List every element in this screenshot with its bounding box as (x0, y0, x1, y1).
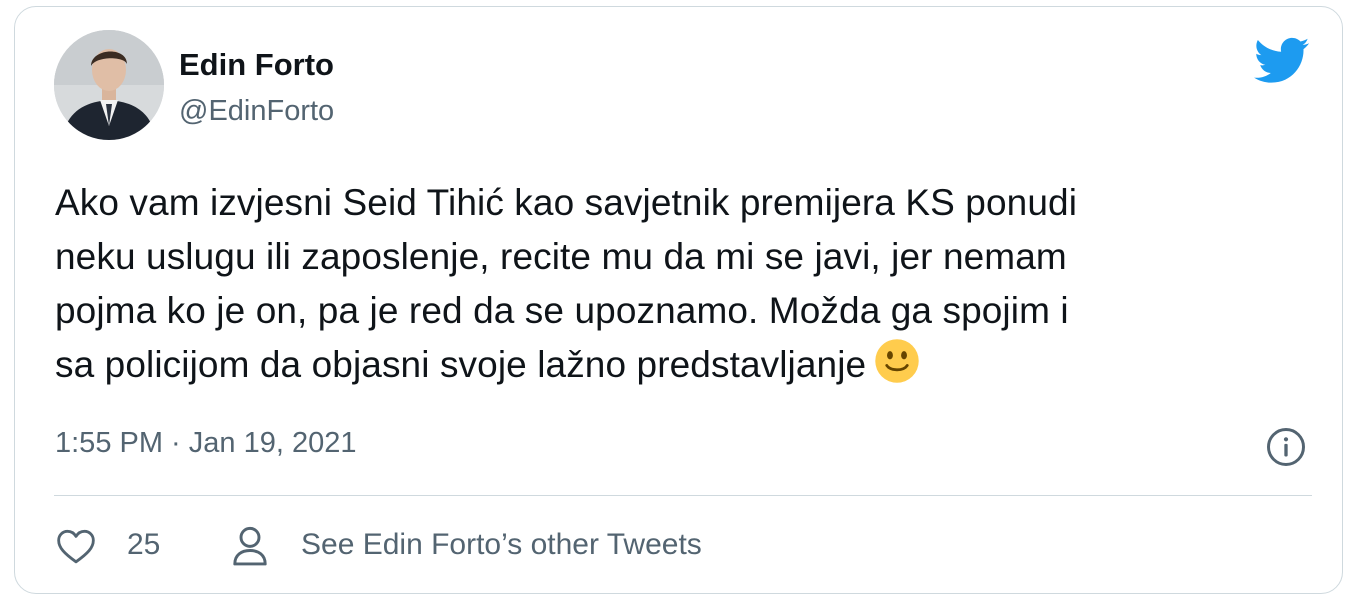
like-count[interactable]: 25 (127, 528, 160, 562)
tweet-text-line: sa policijom da objasni svoje lažno pred… (55, 338, 1325, 392)
author-avatar[interactable] (54, 30, 164, 140)
author-display-name[interactable]: Edin Forto (179, 47, 334, 83)
heart-icon[interactable] (56, 527, 96, 565)
author-handle[interactable]: @EdinForto (179, 95, 334, 128)
tweet-text-line: neku uslugu ili zaposlenje, recite mu da… (55, 236, 1067, 277)
avatar-photo (54, 30, 164, 140)
twitter-bird-icon[interactable] (1254, 37, 1310, 85)
tweet-text-line-content: sa policijom da objasni svoje lažno pred… (55, 344, 867, 385)
divider (54, 495, 1312, 496)
see-other-tweets-link[interactable]: See Edin Forto’s other Tweets (301, 528, 702, 562)
tweet-text: Ako vam izvjesni Seid Tihić kao savjetni… (55, 176, 1325, 392)
tweet-timestamp[interactable]: 1:55 PM · Jan 19, 2021 (55, 427, 356, 460)
info-icon[interactable] (1265, 426, 1307, 468)
slightly-smiling-face-icon (875, 339, 919, 383)
person-icon[interactable] (231, 525, 269, 567)
tweet-text-line: pojma ko je on, pa je red da se upoznamo… (55, 290, 1069, 331)
tweet-text-line: Ako vam izvjesni Seid Tihić kao savjetni… (55, 182, 1078, 223)
